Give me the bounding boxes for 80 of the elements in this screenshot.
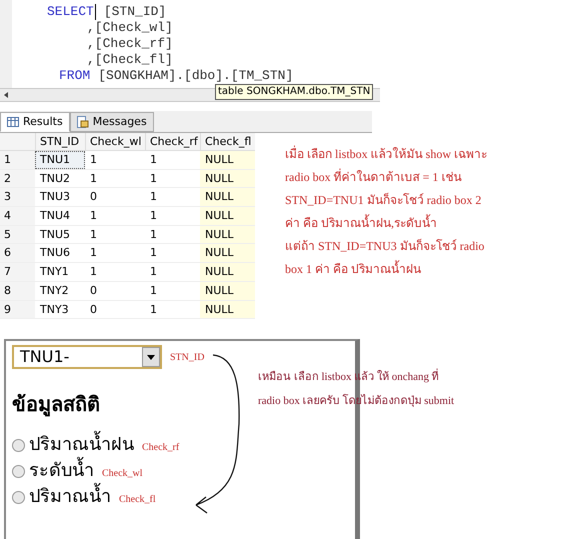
result-tab[interactable]: Messages (70, 112, 154, 132)
field-tag: Check_wl (102, 466, 143, 481)
radio-button[interactable] (12, 438, 25, 452)
table-cell-text: TNY1 (39, 264, 70, 280)
table-cell: NULL (200, 263, 255, 281)
table-cell-text: 1 (149, 282, 158, 299)
table-cell: NULL (200, 170, 255, 188)
grid-icon (7, 117, 19, 127)
annotation-line: box 1 ค่า คือ ปริมาณน้ำฝน (285, 260, 422, 278)
row-number: 3 (0, 188, 35, 206)
table-cell-text: 1 (89, 208, 98, 224)
annotation-line: radio box ที่ค่าในดาต้าเบส = 1 เช่น (285, 168, 462, 186)
table-cell-text: TNU5 (39, 226, 71, 243)
table-cell-text: 1 (149, 264, 158, 280)
field-tag: Check_rf (142, 440, 180, 455)
row-number: 7 (0, 263, 35, 281)
table-cell-text: TNU4 (39, 208, 71, 224)
table-cell-text: 1 (149, 226, 158, 243)
table-cell-text: 1 (149, 189, 158, 206)
sql-keyword: FROM (59, 68, 90, 84)
table-cell-text: TNU2 (39, 170, 71, 187)
field-tag: STN_ID (170, 350, 204, 365)
table-cell-text: 1 (89, 264, 98, 280)
table-cell-text: 1 (149, 245, 158, 262)
table-cell-text: 0 (89, 189, 98, 206)
row-number: 4 (0, 207, 35, 225)
radio-label: ปริมาณน้ำ (29, 485, 111, 510)
column-header[interactable]: Check_fl (200, 133, 255, 150)
station-dropdown[interactable]: TNU1- (12, 345, 162, 370)
section-heading: ข้อมูลสถิติ (12, 391, 100, 418)
row-number: 2 (0, 170, 35, 188)
table-cell: NULL (200, 188, 255, 206)
table-cell-text: TNU6 (39, 245, 71, 262)
tooltip: table SONGKHAM.dbo.TM_STN (215, 84, 374, 100)
radio-label: ระดับน้ำ (29, 459, 94, 484)
table-cell: NULL (200, 151, 255, 169)
column-header[interactable]: Check_rf (145, 133, 200, 150)
radio-button[interactable] (12, 464, 25, 478)
annotation-line: แต่ถ้า STN_ID=TNU3 มันก็จะโชว์ radio (285, 238, 486, 255)
table-cell-text: 0 (89, 302, 98, 318)
message-icon (76, 116, 89, 128)
table-cell-text: 1 (89, 245, 98, 262)
row-number: 8 (0, 282, 35, 300)
table-cell: NULL (200, 282, 255, 300)
column-header[interactable]: Check_wl (85, 133, 145, 150)
table-cell: NULL (200, 207, 255, 225)
annotation-line: STN_ID=TNU1 มันก็จะโชว์ radio box 2 (285, 192, 482, 209)
row-number: 6 (0, 244, 35, 262)
table-cell: NULL (200, 300, 255, 318)
sql-code: ,[Check_fl] (87, 52, 173, 68)
table-cell: NULL (200, 226, 255, 244)
table-cell-text: 1 (149, 170, 158, 187)
table-cell-text: 1 (89, 226, 98, 243)
sql-code: ,[Check_rf] (87, 36, 173, 52)
annotation-line: เมื่อ เลือก listbox แล้วให้มัน show เฉพาะ (285, 145, 488, 163)
table-cell-text: TNY3 (39, 302, 70, 318)
table-cell: TNU1 (35, 151, 85, 169)
table-cell: NULL (200, 244, 255, 262)
scroll-left-icon[interactable] (4, 92, 8, 98)
table-cell-text: 1 (149, 208, 158, 224)
radio-button[interactable] (12, 490, 25, 504)
annotation-line: ค่า คือ ปริมาณน้ำฝน,ระดับน้ำ (285, 214, 438, 232)
row-number: 9 (0, 300, 35, 318)
row-number: 1 (0, 151, 35, 169)
result-tab[interactable]: Results (0, 112, 70, 132)
table-cell-text: 0 (89, 282, 98, 299)
table-cell-text: 1 (149, 302, 158, 318)
table-cell-text: 1 (89, 152, 98, 168)
sql-code: [STN_ID] (104, 4, 166, 20)
table-cell-text: 1 (89, 170, 98, 187)
sql-keyword: SELECT (47, 4, 96, 20)
field-tag: Check_fl (119, 492, 156, 507)
table-cell-text: TNU3 (39, 189, 71, 206)
column-header[interactable]: STN_ID (35, 133, 85, 150)
table-cell-text: TNY2 (39, 282, 70, 299)
sql-code: ,[Check_wl] (87, 20, 173, 36)
table-cell-text: 1 (149, 152, 158, 168)
radio-label: ปริมาณน้ำฝน (29, 433, 134, 458)
sql-code: [SONGKHAM].[dbo].[TM_STN] (98, 68, 294, 84)
row-number: 5 (0, 226, 35, 244)
